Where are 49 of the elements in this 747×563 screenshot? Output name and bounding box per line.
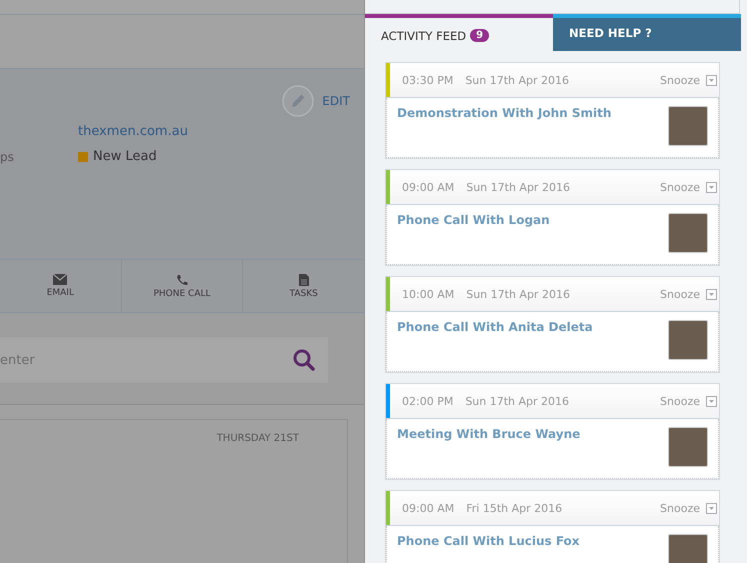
snooze-label[interactable]: Snooze	[660, 180, 700, 194]
status-label: New Lead	[93, 149, 157, 164]
activity-card[interactable]: 10:00 AM Sun 17th Apr 2016 Snooze Phone Call With Anita Deleta	[385, 276, 720, 374]
dropdown-icon[interactable]	[706, 182, 717, 193]
edit-link[interactable]: EDIT	[322, 94, 350, 108]
snooze-label[interactable]: Snooze	[660, 394, 700, 408]
activity-date: Fri 15th Apr 2016	[466, 502, 564, 515]
status-square-icon	[78, 152, 88, 162]
dropdown-icon[interactable]	[706, 396, 717, 407]
phone-icon	[176, 274, 188, 286]
activity-title[interactable]: Phone Call With Logan	[397, 213, 550, 232]
activity-time: 03:30 PM	[402, 74, 454, 87]
envelope-icon	[53, 274, 68, 285]
avatar-placeholder	[668, 213, 708, 254]
activity-time: 09:00 AM	[402, 502, 454, 515]
field-label: ps	[0, 150, 15, 164]
activity-title[interactable]: Demonstration With John Smith	[397, 106, 612, 124]
activity-card[interactable]: 09:00 AM Fri 15th Apr 2016 Snooze Phone Call With Lucius Fox	[385, 490, 720, 563]
avatar-placeholder	[668, 534, 708, 563]
edit-icon[interactable]	[282, 85, 314, 117]
avatar-placeholder	[668, 427, 708, 468]
dropdown-icon[interactable]	[706, 502, 717, 514]
snooze-label[interactable]: Snooze	[660, 288, 700, 301]
search-bar[interactable]: enter	[0, 337, 328, 383]
dropdown-icon[interactable]	[706, 288, 717, 300]
activity-title[interactable]: Phone Call With Anita Deleta	[397, 320, 593, 338]
snooze-label[interactable]: Snooze	[660, 502, 700, 515]
activity-time: 10:00 AM	[402, 288, 454, 301]
document-icon	[298, 274, 309, 286]
activity-card[interactable]: 09:00 AM Sun 17th Apr 2016 Snooze Phone Call With Logan	[385, 169, 720, 266]
avatar-placeholder	[668, 320, 708, 360]
dropdown-icon[interactable]	[706, 74, 717, 86]
activity-date: Sun 17th Apr 2016	[465, 394, 570, 408]
search-icon[interactable]	[292, 348, 316, 372]
activity-card[interactable]: 03:30 PM Sun 17th Apr 2016 Snooze Demonstration With John Smith	[385, 62, 720, 160]
activity-time: 02:00 PM	[402, 394, 454, 408]
day-heading: THURSDAY 21ST	[216, 433, 299, 446]
activity-date: Sun 17th Apr 2016	[466, 288, 571, 301]
activity-card[interactable]: 02:00 PM Sun 17th Apr 2016 Snooze Meeting With Bruce Wayne	[385, 383, 720, 480]
search-field[interactable]: enter	[0, 352, 292, 368]
activity-time: 09:00 AM	[402, 180, 454, 194]
count-badge: 9	[470, 29, 490, 42]
snooze-label[interactable]: Snooze	[660, 74, 700, 87]
activity-date: Sun 17th Apr 2016	[466, 180, 571, 194]
avatar-placeholder	[668, 106, 708, 146]
website-link[interactable]: thexmen.com.au	[78, 124, 188, 139]
activity-date: Sun 17th Apr 2016	[465, 74, 570, 87]
activity-title[interactable]: Meeting With Bruce Wayne	[397, 427, 580, 446]
tab[interactable]: NEED HELP ?	[553, 14, 741, 52]
